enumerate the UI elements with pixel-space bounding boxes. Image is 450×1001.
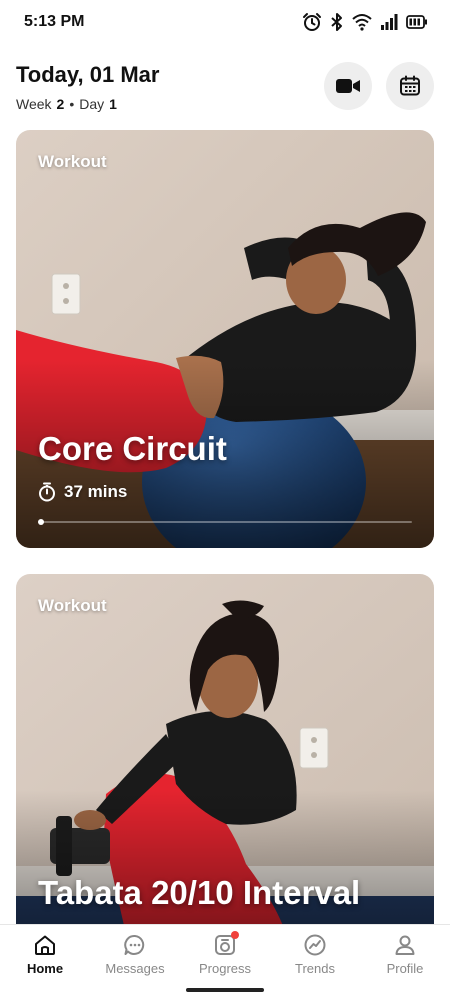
card-tag: Workout bbox=[38, 152, 107, 171]
trends-icon bbox=[304, 934, 326, 956]
alarm-icon bbox=[303, 13, 321, 31]
bluetooth-icon bbox=[331, 13, 342, 31]
nav-item-messages[interactable]: Messages bbox=[90, 925, 180, 1001]
nav-label: Profile bbox=[386, 961, 424, 976]
workout-progress-bar bbox=[38, 519, 412, 525]
week-label: Week bbox=[16, 96, 52, 112]
nav-label: Home bbox=[26, 961, 64, 976]
page-title: Today, 01 Mar bbox=[16, 62, 160, 87]
workout-card-core-circuit[interactable]: Workout Core Circuit 37 mins bbox=[16, 130, 434, 548]
profile-icon bbox=[395, 935, 415, 955]
week-day-label: Week 2 • Day 1 bbox=[16, 96, 117, 112]
card-title: Core Circuit bbox=[38, 430, 227, 467]
nav-label: Progress bbox=[198, 961, 252, 976]
nav-item-profile[interactable]: Profile bbox=[360, 925, 450, 1001]
duration-text: 37 mins bbox=[64, 482, 128, 501]
nav-label: Trends bbox=[295, 961, 335, 976]
card-title: Tabata 20/10 Interval bbox=[38, 874, 361, 911]
battery-icon bbox=[406, 15, 427, 29]
week-number: 2 bbox=[56, 96, 65, 112]
day-number: 1 bbox=[109, 96, 117, 112]
nav-item-home[interactable]: Home bbox=[0, 925, 90, 1001]
notification-dot bbox=[231, 931, 239, 939]
card-duration: 37 mins bbox=[38, 482, 127, 502]
status-bar: 5:13 PM bbox=[0, 0, 450, 44]
nav-item-trends[interactable]: Trends bbox=[270, 925, 360, 1001]
workout-card-tabata[interactable]: Workout Tabata 20/10 Interval bbox=[16, 574, 434, 934]
status-time: 5:13 PM bbox=[24, 13, 85, 30]
wifi-icon bbox=[352, 14, 372, 31]
page-header: Today, 01 Mar Week 2 • Day 1 bbox=[16, 58, 434, 118]
signal-icon bbox=[381, 14, 398, 30]
calendar-button[interactable] bbox=[386, 62, 434, 110]
status-icons bbox=[302, 12, 428, 32]
video-button[interactable] bbox=[324, 62, 372, 110]
nav-label: Messages bbox=[105, 961, 165, 976]
home-indicator bbox=[186, 988, 264, 992]
chat-icon bbox=[124, 935, 145, 955]
stopwatch-icon bbox=[39, 482, 55, 502]
home-icon bbox=[35, 935, 55, 955]
video-camera-icon bbox=[336, 79, 360, 93]
separator: • bbox=[69, 96, 75, 112]
progress-knob bbox=[38, 519, 44, 525]
day-label: Day bbox=[79, 96, 105, 112]
calendar-icon bbox=[400, 75, 420, 96]
card-tag: Workout bbox=[38, 596, 107, 615]
